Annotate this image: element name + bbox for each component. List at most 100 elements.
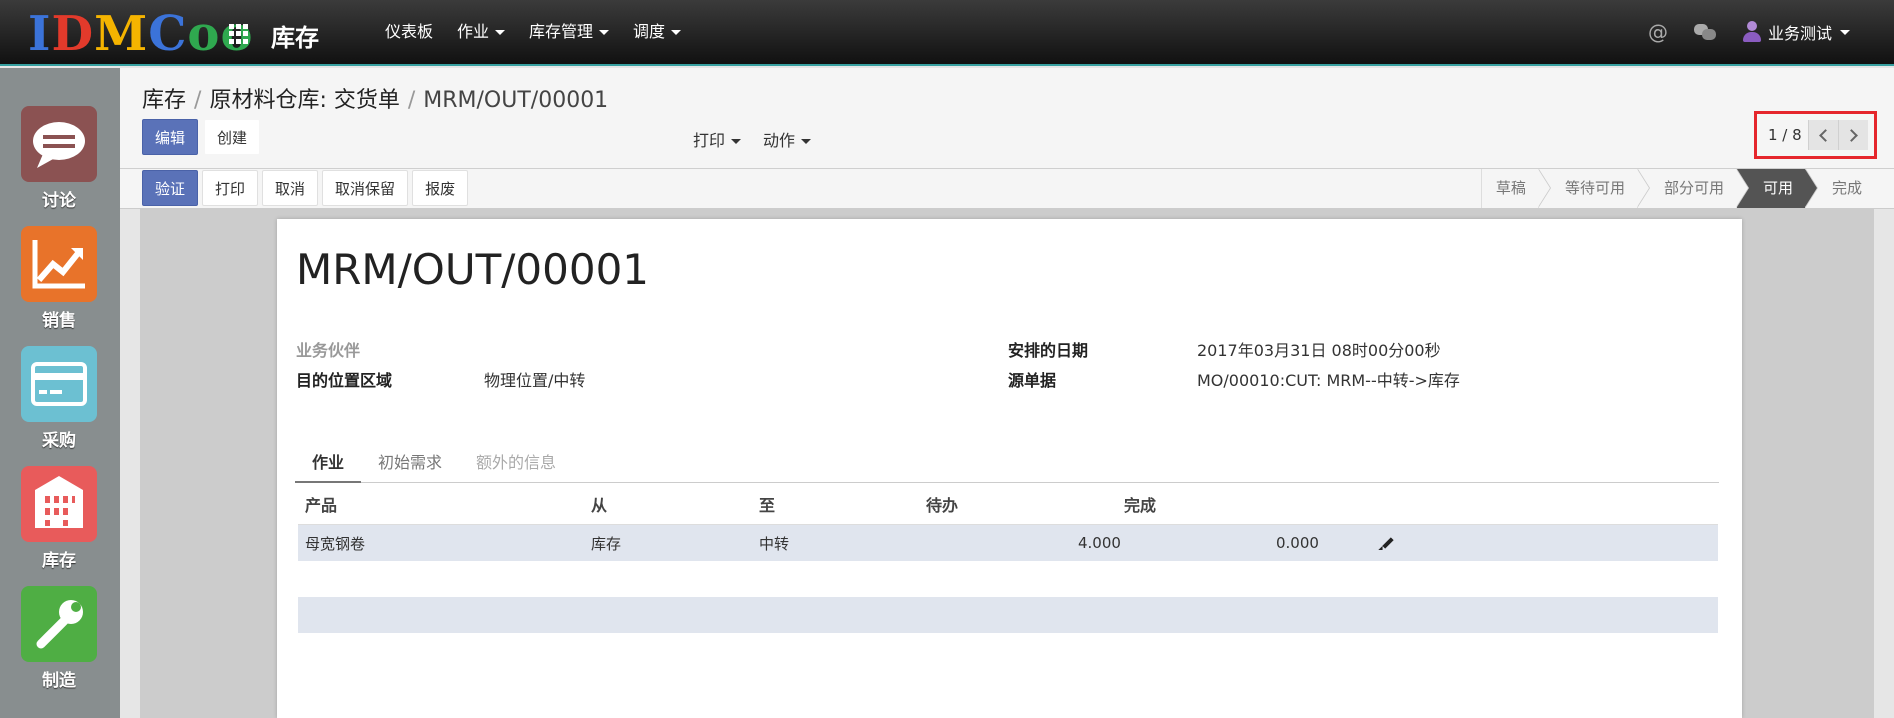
table-row[interactable]: 母宽钢卷 库存 中转 4.000 0.000 — [298, 525, 1718, 561]
column-header-product[interactable]: 产品 — [305, 484, 337, 524]
chevron-right-icon — [1844, 128, 1858, 142]
chevron-left-icon — [1818, 128, 1832, 142]
create-button[interactable]: 创建 — [204, 119, 261, 155]
scheduled-date-label: 安排的日期 — [1008, 341, 1089, 360]
app-title: 库存 — [271, 24, 319, 52]
control-panel: 库存 / 原材料仓库: 交货单 / MRM/OUT/00001 编辑 创建 打印 动作 … — [120, 68, 1894, 169]
breadcrumb-item-delivery-orders[interactable]: 原材料仓库: 交货单 — [209, 88, 399, 113]
at-mention-icon[interactable]: @ — [1648, 20, 1668, 44]
dest-location-label: 目的位置区域 — [296, 371, 393, 390]
tab-operations[interactable]: 作业 — [295, 443, 362, 483]
validate-button[interactable]: 验证 — [142, 170, 199, 206]
user-menu[interactable]: 业务测试 — [1742, 20, 1850, 44]
sidebar-app-sales[interactable]: 销售 — [21, 226, 97, 331]
stage-partially-available[interactable]: 部分可用 — [1636, 169, 1749, 208]
chat-icon[interactable] — [1693, 24, 1716, 40]
stage-draft[interactable]: 草稿 — [1480, 169, 1551, 208]
caret-down-icon — [1840, 29, 1850, 35]
partner-label: 业务伙伴 — [296, 341, 361, 360]
stage-waiting[interactable]: 等待可用 — [1537, 169, 1650, 208]
scheduled-value-wrap: 2017年03月31日 08时00分00秒 — [1197, 337, 1441, 361]
caret-down-icon — [599, 30, 610, 35]
document-title: MRM/OUT/00001 — [296, 245, 650, 294]
brand-logo[interactable]: IDMCoo — [28, 6, 253, 62]
print-button[interactable]: 打印 — [202, 170, 259, 206]
column-header-to[interactable]: 至 — [759, 484, 775, 524]
app-sidebar: 讨论 销售 采购 库存 制造 — [0, 68, 120, 718]
operations-table: 产品 从 至 待办 完成 母宽钢卷 库存 中转 4.000 0.000 — [298, 484, 1718, 669]
menu-inventory-control[interactable]: 库存管理 — [517, 20, 621, 44]
navbar-right: @ 业务测试 — [1648, 20, 1850, 44]
edit-button[interactable]: 编辑 — [142, 119, 199, 155]
column-header-done[interactable]: 完成 — [1124, 484, 1156, 524]
edit-row-button[interactable] — [1380, 525, 1396, 561]
cell-from: 库存 — [591, 534, 622, 553]
stage-pipeline: 草稿 等待可用 部分可用 可用 完成 — [1480, 169, 1874, 208]
source-document-value: MO/00010:CUT: MRM--中转->库存 — [1197, 371, 1460, 390]
caret-down-icon — [731, 139, 742, 144]
breadcrumb-separator: / — [407, 88, 416, 113]
top-menu: 仪表板 作业 库存管理 调度 — [373, 20, 693, 44]
column-header-from[interactable]: 从 — [591, 484, 607, 524]
logo-letter: o — [187, 6, 221, 62]
dest-value-wrap: 物理位置/中转 — [484, 367, 585, 391]
credit-card-icon — [21, 346, 97, 422]
chat-bubble-icon — [21, 106, 97, 182]
status-bar: 验证 打印 取消 取消保留 报废 草稿 等待可用 部分可用 可用 完成 — [120, 169, 1894, 209]
breadcrumb: 库存 / 原材料仓库: 交货单 / MRM/OUT/00001 — [142, 82, 608, 114]
cell-to: 中转 — [759, 534, 790, 553]
partner-field: 业务伙伴 — [296, 337, 360, 361]
form-tabs: 作业 初始需求 额外的信息 — [295, 443, 1719, 483]
status-buttons: 验证 打印 取消 取消保留 报废 — [142, 170, 469, 206]
user-avatar-icon — [1742, 21, 1762, 43]
scrap-button[interactable]: 报废 — [412, 170, 469, 206]
action-dropdown[interactable]: 动作 — [763, 127, 812, 151]
pager: 1 / 8 — [1754, 111, 1877, 159]
logo-letter: C — [148, 6, 188, 62]
column-header-todo[interactable]: 待办 — [926, 484, 958, 524]
sidebar-app-discuss[interactable]: 讨论 — [21, 106, 97, 211]
pager-value[interactable]: 1 / 8 — [1762, 126, 1808, 144]
top-navbar: IDMCoo 库存 仪表板 作业 库存管理 调度 @ 业务测试 — [0, 0, 1894, 66]
breadcrumb-item-inventory[interactable]: 库存 — [142, 88, 186, 113]
caret-down-icon — [801, 139, 812, 144]
app-grid-icon[interactable] — [229, 24, 249, 44]
table-header: 产品 从 至 待办 完成 — [298, 484, 1718, 525]
pencil-icon — [1380, 535, 1396, 551]
menu-dashboard[interactable]: 仪表板 — [373, 20, 445, 44]
breadcrumb-current: MRM/OUT/00001 — [423, 88, 609, 113]
breadcrumb-separator: / — [194, 88, 202, 113]
source-document-label: 源单据 — [1008, 371, 1057, 390]
menu-scheduling[interactable]: 调度 — [621, 20, 693, 44]
print-dropdown[interactable]: 打印 — [693, 127, 742, 151]
table-row-empty — [298, 561, 1718, 597]
pager-next-button[interactable] — [1837, 120, 1868, 150]
logo-letter: I — [28, 6, 52, 62]
cell-todo: 4.000 — [1078, 534, 1121, 552]
tab-additional-info[interactable]: 额外的信息 — [459, 443, 573, 483]
origin-label-wrap: 源单据 — [1008, 367, 1056, 391]
origin-value-wrap: MO/00010:CUT: MRM--中转->库存 — [1197, 367, 1460, 391]
caret-down-icon — [495, 30, 506, 35]
wrench-icon — [21, 586, 97, 662]
cell-product: 母宽钢卷 — [305, 534, 366, 553]
logo-letter: D — [51, 6, 95, 62]
sidebar-app-inventory[interactable]: 库存 — [21, 466, 97, 571]
dest-location-value[interactable]: 物理位置/中转 — [484, 371, 585, 390]
trending-up-chart-icon — [21, 226, 97, 302]
dest-label-wrap: 目的位置区域 — [296, 367, 392, 391]
tab-initial-demand[interactable]: 初始需求 — [361, 443, 459, 483]
logo-letter: M — [94, 6, 149, 62]
menu-operations[interactable]: 作业 — [445, 20, 517, 44]
table-row-empty — [298, 633, 1718, 669]
unreserve-button[interactable]: 取消保留 — [322, 170, 409, 206]
pager-previous-button[interactable] — [1807, 120, 1838, 150]
table-row-empty — [298, 597, 1718, 633]
scheduled-date-value: 2017年03月31日 08时00分00秒 — [1197, 341, 1441, 360]
user-name: 业务测试 — [1767, 24, 1832, 43]
building-icon — [21, 466, 97, 542]
caret-down-icon — [671, 30, 682, 35]
sidebar-app-manufacturing[interactable]: 制造 — [21, 586, 97, 691]
sidebar-app-purchase[interactable]: 采购 — [21, 346, 97, 451]
cancel-button[interactable]: 取消 — [262, 170, 319, 206]
